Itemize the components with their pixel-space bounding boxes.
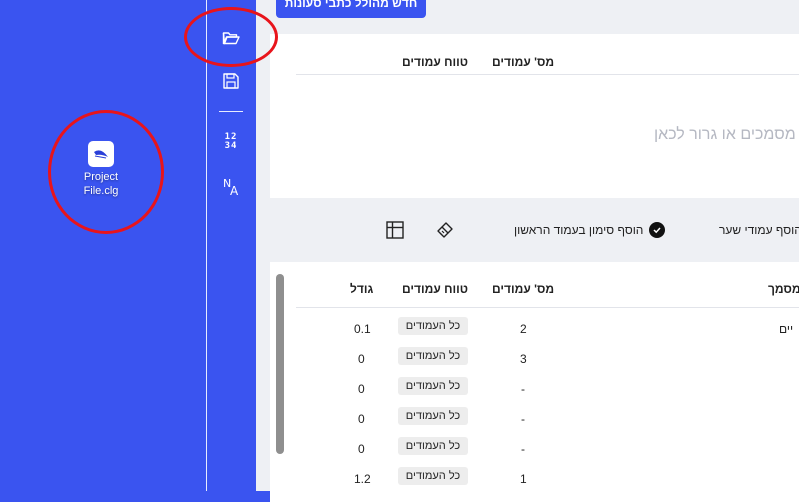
table-row[interactable]: 0 כל העמודים 3 xyxy=(296,344,799,374)
main-area: חדש מהולל כתבי סעונות טווח עמודים מס' עמ… xyxy=(256,0,799,502)
numbering-icon: 12 34 xyxy=(225,133,238,151)
table-layout-button[interactable] xyxy=(386,221,404,239)
check-icon xyxy=(649,222,666,238)
cell-size: 1.2 xyxy=(354,472,371,486)
numbering-line2: 34 xyxy=(224,141,238,151)
cell-size: 0 xyxy=(358,412,365,426)
first-column-mark-label: הוסף סימון בעמוד הראשון xyxy=(514,223,644,237)
desktop: Project File.clg xyxy=(0,0,207,491)
cover-pages-label: הוסף עמודי שער xyxy=(719,223,799,237)
file-app-icon xyxy=(88,141,114,167)
table-row[interactable]: 0 כל העמודים - xyxy=(296,434,799,464)
upload-panel[interactable]: טווח עמודים מס' עמודים מסמכים או גרור לכ… xyxy=(270,34,799,198)
table-scrollbar[interactable] xyxy=(276,274,284,454)
cell-pages: 2 xyxy=(520,322,527,336)
cell-size: 0.1 xyxy=(354,322,371,336)
range-pill[interactable]: כל העמודים xyxy=(398,437,468,455)
sort-na-icon: N A xyxy=(221,177,241,198)
header-pages: מס' עמודים xyxy=(492,282,555,296)
header-document: מסמך xyxy=(768,282,799,296)
style-brush-button[interactable] xyxy=(436,221,454,239)
cell-pages: - xyxy=(521,412,525,426)
cell-pages: - xyxy=(521,382,525,396)
range-pill[interactable]: כל העמודים xyxy=(398,317,468,335)
cell-size: 0 xyxy=(358,382,365,396)
files-table-panel: גודל טווח עמודים מס' עמודים מסמך 0.1 כל … xyxy=(270,262,799,502)
header-range: טווח עמודים xyxy=(402,282,468,296)
col-range-header: טווח עמודים xyxy=(402,55,468,69)
drop-zone-text: מסמכים או גרור לכאן xyxy=(654,126,796,143)
cell-size: 0 xyxy=(358,442,365,456)
table-header-divider xyxy=(296,307,799,308)
numbering-button[interactable]: 12 34 xyxy=(219,130,243,154)
range-pill[interactable]: כל העמודים xyxy=(398,407,468,425)
cell-size: 0 xyxy=(358,352,365,366)
range-pill[interactable]: כל העמודים xyxy=(398,377,468,395)
folder-open-icon xyxy=(222,32,240,45)
cell-pages: 3 xyxy=(520,352,527,366)
project-file-desktop-icon[interactable]: Project File.clg xyxy=(78,141,124,198)
header-size: גודל xyxy=(350,282,374,296)
options-bar: הוסף סימון בעמוד הראשון הוסף עמודי שער xyxy=(256,216,799,246)
range-pill[interactable]: כל העמודים xyxy=(398,347,468,365)
table-icon xyxy=(386,221,404,239)
open-folder-button[interactable] xyxy=(219,26,243,50)
range-pill[interactable]: כל העמודים xyxy=(398,467,468,485)
header-divider xyxy=(296,74,799,75)
cell-pages: 1 xyxy=(520,472,527,486)
paint-brush-icon xyxy=(437,222,453,238)
table-row[interactable]: 0 כל העמודים - xyxy=(296,374,799,404)
side-toolbar: 12 34 N A xyxy=(207,0,256,491)
sort-na-a: A xyxy=(230,184,239,198)
table-row[interactable]: 0.1 כל העמודים 2 יים xyxy=(296,314,799,344)
save-button[interactable] xyxy=(219,69,243,93)
top-action-button[interactable]: חדש מהולל כתבי סעונות xyxy=(276,0,426,18)
file-label-line2: File.clg xyxy=(83,185,119,197)
save-icon xyxy=(223,73,239,89)
cell-document: יים xyxy=(779,322,794,336)
file-icon-label: Project File.clg xyxy=(78,170,124,198)
table-row[interactable]: 1.2 כל העמודים 1 xyxy=(296,464,799,494)
file-label-line1: Project xyxy=(83,171,119,183)
cover-pages-option[interactable]: הוסף עמודי שער xyxy=(719,222,799,238)
first-column-mark-option[interactable]: הוסף סימון בעמוד הראשון xyxy=(514,222,666,238)
col-pages-header: מס' עמודים xyxy=(492,55,555,69)
toolbar-divider xyxy=(219,111,243,112)
table-row[interactable]: 0 כל העמודים - xyxy=(296,404,799,434)
cell-pages: - xyxy=(521,442,525,456)
sort-name-button[interactable]: N A xyxy=(219,175,243,199)
